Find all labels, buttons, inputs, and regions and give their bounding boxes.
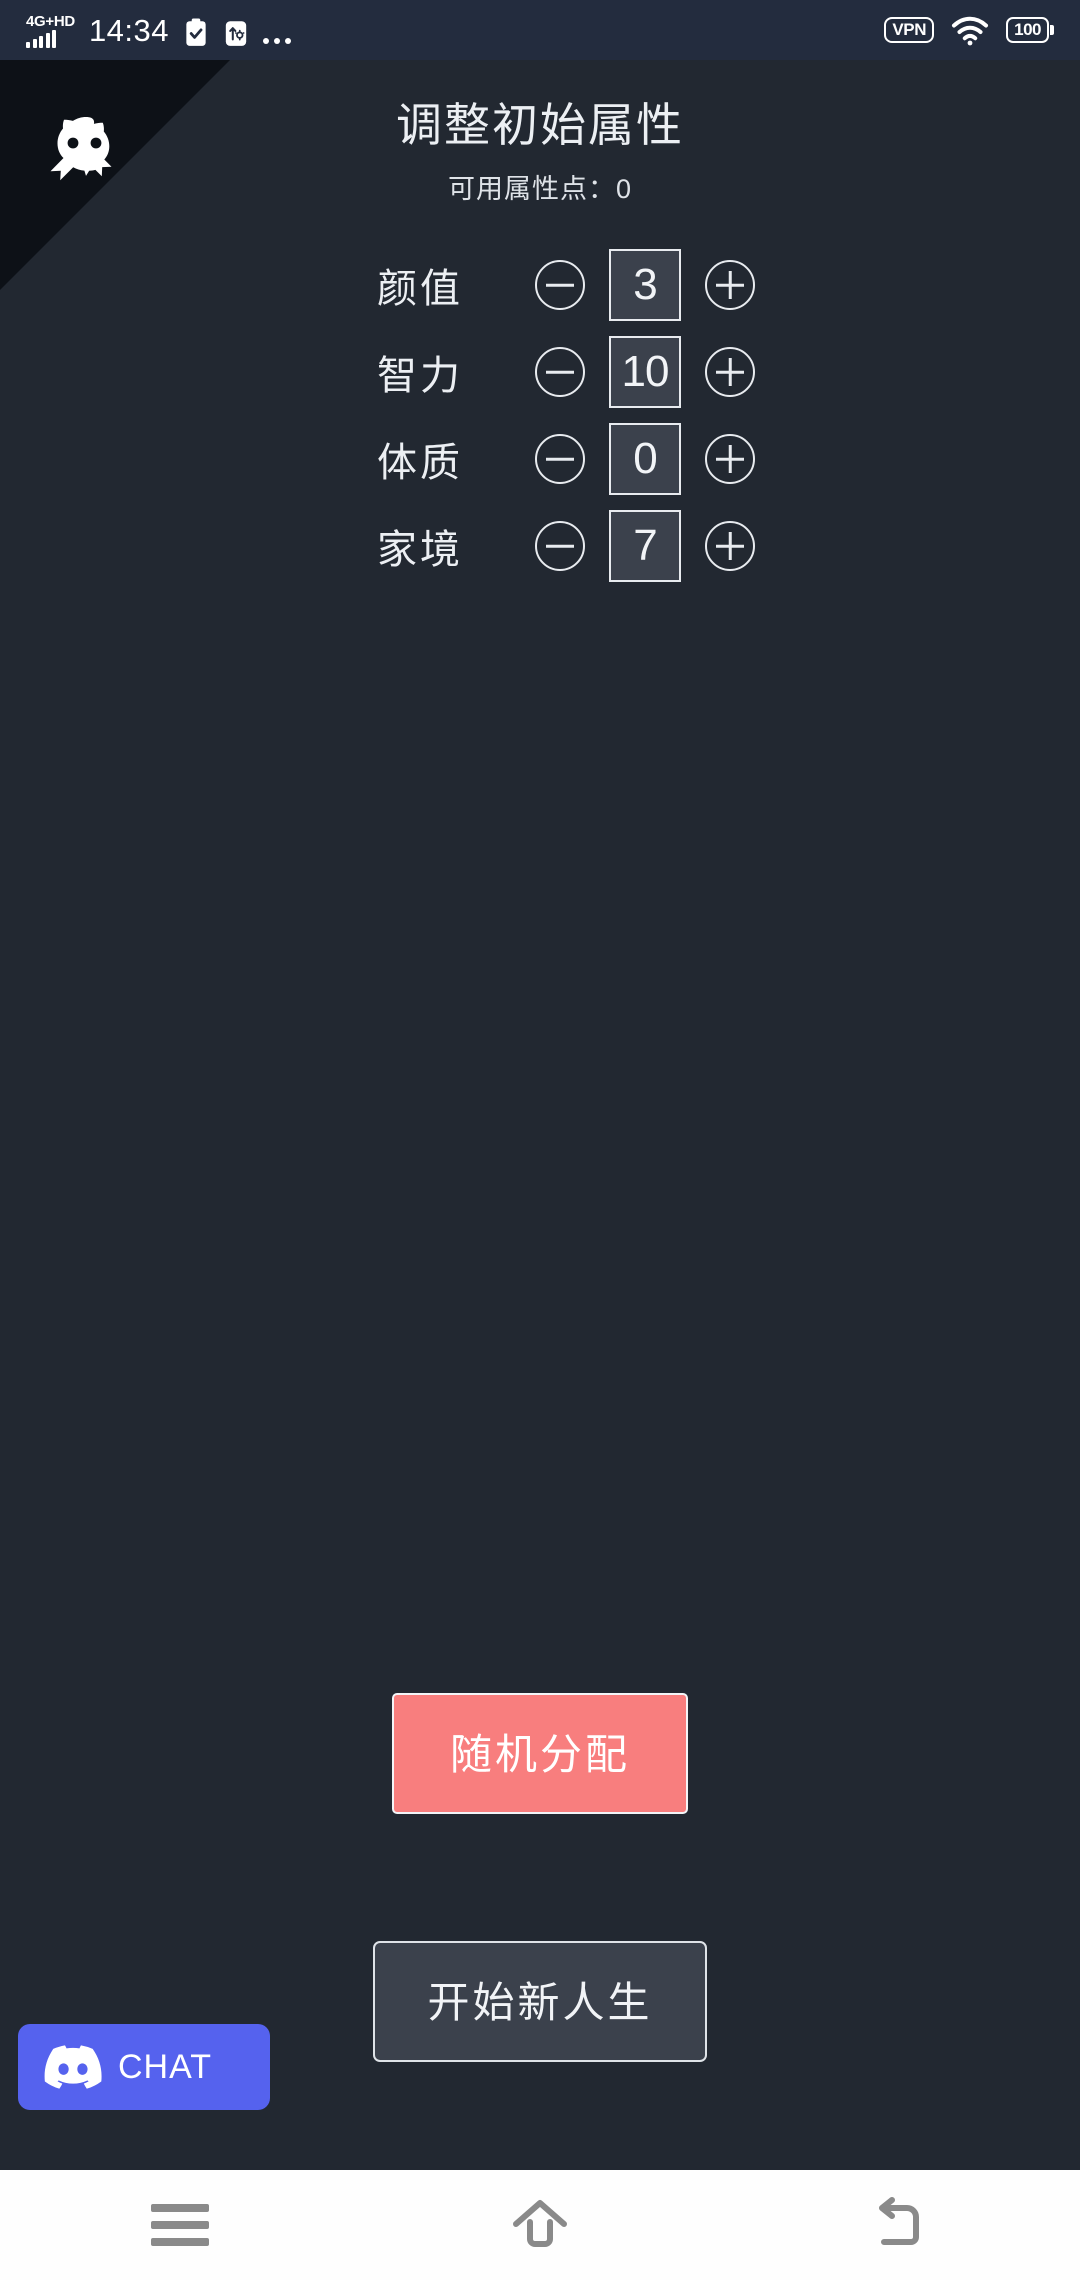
- attribute-list: 颜值 3 智力 10 体质 0 家境 7: [0, 244, 1080, 587]
- attribute-value[interactable]: 0: [609, 423, 681, 496]
- attribute-row-intelligence: 智力 10: [0, 331, 1080, 413]
- attribute-row-constitution: 体质 0: [0, 418, 1080, 500]
- wifi-icon: [952, 16, 989, 46]
- discord-chat-label: CHAT: [118, 2047, 213, 2086]
- attribute-value[interactable]: 10: [609, 336, 681, 409]
- status-bar-right: VPN 100: [884, 14, 1054, 46]
- minus-circle-icon[interactable]: [535, 260, 585, 311]
- more-dots-icon: [263, 37, 292, 44]
- plus-circle-icon[interactable]: [705, 521, 755, 572]
- attribute-label: 体质: [377, 441, 463, 486]
- status-bar-left: 4G+HD 14:34: [26, 13, 884, 48]
- nav-menu-button[interactable]: [105, 2170, 255, 2280]
- minus-circle-icon[interactable]: [535, 434, 585, 485]
- battery-level-label: 100: [1006, 16, 1049, 44]
- start-new-life-button[interactable]: 开始新人生: [373, 1941, 707, 2062]
- discord-logo-icon: [44, 2045, 102, 2089]
- random-button-container: 随机分配: [0, 1693, 1080, 1814]
- battery-icon: 100: [1006, 16, 1054, 44]
- attribute-row-family: 家境 7: [0, 505, 1080, 587]
- attribute-label: 智力: [377, 354, 463, 399]
- cellular-signal-icon: 4G+HD: [26, 14, 75, 48]
- nav-back-button[interactable]: [825, 2170, 975, 2280]
- usb-settings-icon: [225, 20, 247, 46]
- nav-home-button[interactable]: [465, 2170, 615, 2280]
- attribute-label: 颜值: [377, 267, 463, 312]
- android-nav-bar: [0, 2170, 1080, 2280]
- network-type-label: 4G+HD: [26, 12, 75, 30]
- minus-circle-icon[interactable]: [535, 347, 585, 398]
- menu-icon: [151, 2204, 209, 2246]
- plus-circle-icon[interactable]: [705, 347, 755, 398]
- plus-circle-icon[interactable]: [705, 434, 755, 485]
- attribute-value[interactable]: 3: [609, 249, 681, 322]
- back-icon: [879, 2197, 919, 2245]
- clipboard-check-icon: [186, 18, 206, 46]
- corner-triangle: [0, 60, 230, 290]
- status-bar-clock: 14:34: [88, 12, 170, 48]
- random-allocate-button[interactable]: 随机分配: [391, 1693, 688, 1814]
- status-bar: 4G+HD 14:34 VPN 100: [0, 0, 1080, 60]
- plus-circle-icon[interactable]: [705, 260, 755, 311]
- signal-bars-icon: [26, 29, 56, 48]
- minus-circle-icon[interactable]: [535, 521, 585, 572]
- attribute-label: 家境: [377, 528, 463, 573]
- vpn-badge: VPN: [884, 16, 935, 44]
- home-icon: [513, 2200, 567, 2247]
- discord-chat-widget[interactable]: CHAT: [18, 2024, 270, 2110]
- attribute-value[interactable]: 7: [609, 510, 681, 583]
- github-corner-ribbon[interactable]: [0, 60, 230, 290]
